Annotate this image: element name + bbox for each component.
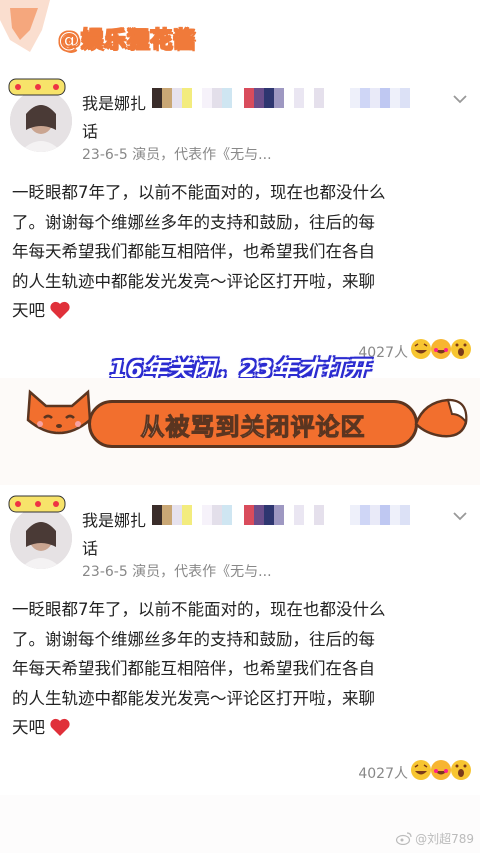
post-line: 年每天希望我们都能互相陪伴，也希望我们在各自 bbox=[12, 242, 375, 261]
weibo-logo-icon bbox=[396, 832, 412, 845]
fox-tail-icon bbox=[414, 398, 468, 438]
mosaic-censor bbox=[244, 88, 324, 108]
post-line: 一眨眼都7年了，以前不能面对的，现在也都没什么 bbox=[12, 183, 386, 202]
post-line: 天吧 bbox=[12, 718, 45, 737]
avatar-photo bbox=[10, 507, 72, 569]
avatar[interactable] bbox=[10, 507, 72, 569]
header: @娱乐狸花酱 bbox=[0, 0, 480, 68]
heart-emoji-icon bbox=[50, 301, 70, 319]
weibo-watermark-text: @刘超789 bbox=[415, 832, 474, 846]
post-line: 一眨眼都7年了，以前不能面对的，现在也都没什么 bbox=[12, 600, 386, 619]
fox-head-icon bbox=[26, 389, 92, 435]
mosaic-censor bbox=[244, 505, 324, 525]
post-line: 天吧 bbox=[12, 301, 45, 320]
chevron-down-icon[interactable] bbox=[452, 92, 468, 106]
post-body: 一眨眼都7年了，以前不能面对的，现在也都没什么 了。谢谢每个维娜丝多年的支持和鼓… bbox=[12, 595, 472, 743]
post-line: 的人生轨迹中都能发光发亮～评论区打开啦，来聊 bbox=[12, 271, 375, 291]
title-pill: 从被骂到关闭评论区 bbox=[88, 400, 418, 448]
fox-ear-icon bbox=[0, 0, 50, 52]
title-pill-text: 从被骂到关闭评论区 bbox=[140, 412, 366, 441]
post-line: 了。谢谢每个维娜丝多年的支持和鼓励，往后的每 bbox=[12, 629, 375, 649]
username-continued: 话 bbox=[82, 539, 99, 558]
post-meta: 23-6-5 演员，代表作《无与... bbox=[82, 147, 272, 163]
avatar[interactable] bbox=[10, 90, 72, 152]
post-meta: 23-6-5 演员，代表作《无与... bbox=[82, 564, 272, 580]
account-watermark: @娱乐狸花酱 bbox=[57, 28, 197, 54]
likes-count[interactable]: 4027人 bbox=[358, 763, 408, 783]
chevron-down-icon[interactable] bbox=[452, 509, 468, 523]
mosaic-censor bbox=[152, 505, 232, 525]
username[interactable]: 我是娜扎 bbox=[82, 507, 146, 531]
weibo-watermark: @刘超789 bbox=[396, 830, 474, 847]
sticker-icon bbox=[8, 78, 66, 96]
mosaic-censor bbox=[350, 505, 410, 525]
heart-emoji-icon bbox=[50, 718, 70, 736]
mosaic-censor bbox=[152, 88, 232, 108]
sticker-icon bbox=[8, 495, 66, 513]
post-card: 我是娜扎 话 23-6-5 演员，代表作《无与... 一眨眼都7年了，以前不能面… bbox=[0, 68, 480, 378]
post-line: 了。谢谢每个维娜丝多年的支持和鼓励，往后的每 bbox=[12, 212, 375, 232]
mosaic-censor bbox=[350, 88, 410, 108]
laugh-emoji-icon bbox=[411, 760, 471, 780]
username[interactable]: 我是娜扎 bbox=[82, 90, 146, 114]
post-card: 我是娜扎 话 23-6-5 演员，代表作《无与... 一眨眼都7年了，以前不能面… bbox=[0, 485, 480, 795]
post-body: 一眨眼都7年了，以前不能面对的，现在也都没什么 了。谢谢每个维娜丝多年的支持和鼓… bbox=[12, 178, 472, 326]
post-line: 年每天希望我们都能互相陪伴，也希望我们在各自 bbox=[12, 659, 375, 678]
username-continued: 话 bbox=[82, 122, 99, 141]
post-line: 的人生轨迹中都能发光发亮～评论区打开啦，来聊 bbox=[12, 688, 375, 708]
avatar-photo bbox=[10, 90, 72, 152]
